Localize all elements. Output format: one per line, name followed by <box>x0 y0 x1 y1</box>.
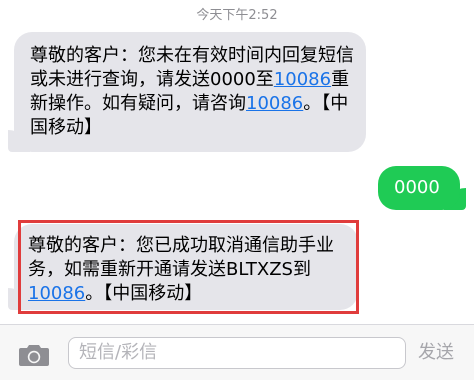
message-input[interactable]: 短信/彩信 <box>68 337 406 369</box>
camera-icon[interactable] <box>18 343 50 366</box>
send-button[interactable]: 发送 <box>418 339 454 367</box>
message-text: 0000 <box>394 177 440 198</box>
message-text: 尊敬的客户：您已成功取消通信助手业务，如需重新开通请发送BLTXZS到 <box>28 235 334 280</box>
phone-link[interactable]: 10086 <box>274 69 331 90</box>
outgoing-message[interactable]: 0000 <box>378 166 460 210</box>
composer-bar: 短信/彩信 发送 <box>0 324 474 380</box>
incoming-message[interactable]: 尊敬的客户：您已成功取消通信助手业务，如需重新开通请发送BLTXZS到 10086… <box>14 224 358 310</box>
phone-link[interactable]: 10086 <box>28 283 85 304</box>
message-timestamp: 今天下午2:52 <box>196 8 278 23</box>
message-text: 。【中国移动】 <box>85 283 203 304</box>
phone-link[interactable]: 10086 <box>246 93 303 114</box>
input-placeholder: 短信/彩信 <box>79 342 158 363</box>
incoming-message[interactable]: 尊敬的客户：您未在有效时间内回复短信或未进行查询，请发送0000至10086重新… <box>14 32 366 152</box>
